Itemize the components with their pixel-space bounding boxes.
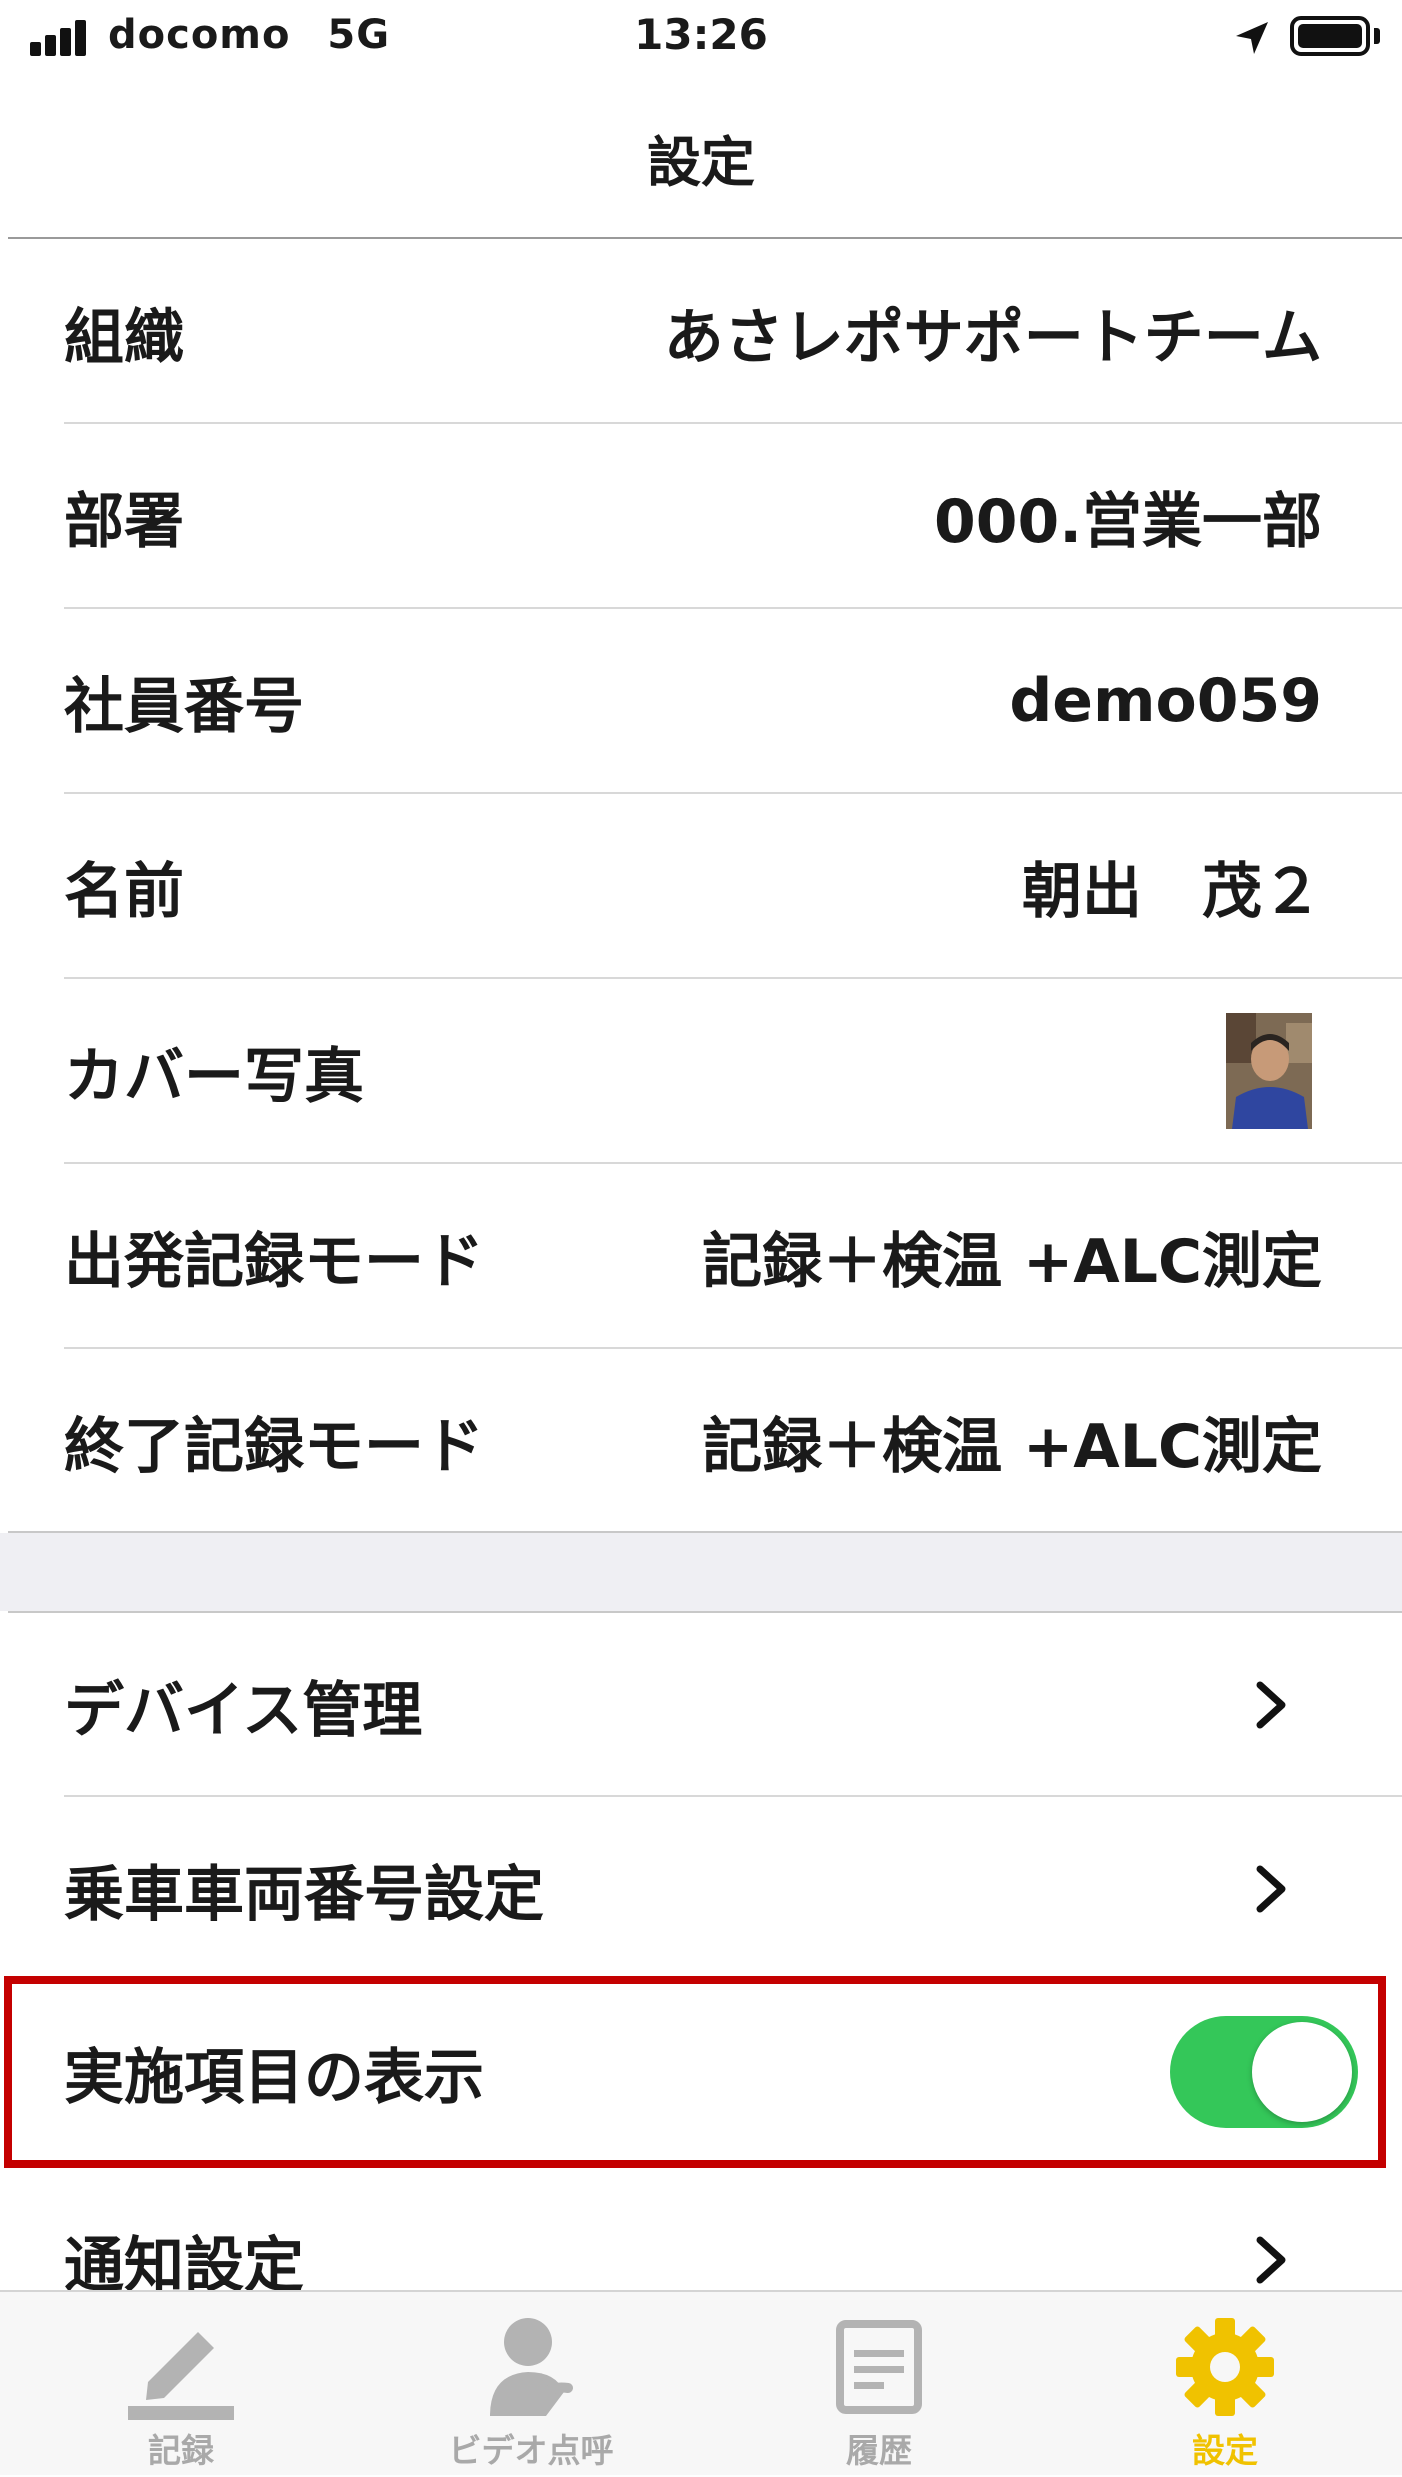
location-arrow-icon (1236, 22, 1268, 54)
row-cover-photo[interactable]: カバー写真 (0, 979, 1402, 1163)
row-label: 組織 (64, 302, 184, 373)
row-value: 000.営業一部 (933, 486, 1322, 557)
row-value: 記録＋検温 +ALC測定 (702, 1411, 1322, 1482)
chevron-right-icon (1256, 1681, 1286, 1729)
menu-label: 通知設定 (64, 2230, 304, 2291)
nav-divider (8, 237, 1402, 239)
row-value: 朝出 茂２ (1022, 856, 1322, 927)
section-gap (0, 1533, 1402, 1611)
history-icon (836, 2320, 922, 2414)
tab-label: ビデオ点呼 (448, 2431, 614, 2470)
row-organization: 組織 あさレポサポートチーム (0, 240, 1402, 424)
row-value: demo059 (1009, 666, 1322, 736)
toggle-knob (1252, 2022, 1352, 2122)
chevron-right-icon (1256, 1865, 1286, 1913)
row-name: 名前 朝出 茂２ (0, 794, 1402, 978)
tab-bar: 記録 ビデオ点呼 履歴 設定 (0, 2290, 1402, 2475)
chevron-right-icon (1256, 2236, 1286, 2284)
row-label: 終了記録モード (64, 1411, 484, 1482)
battery-tip (1374, 28, 1380, 44)
row-department: 部署 000.営業一部 (0, 424, 1402, 608)
menu-show-items: 実施項目の表示 (0, 1980, 1402, 2164)
row-label: 社員番号 (64, 671, 304, 742)
tab-record[interactable]: 記録 (6, 2292, 356, 2477)
status-bar: docomo 5G 13:26 (0, 0, 1402, 80)
cover-photo-thumbnail[interactable] (1226, 1013, 1312, 1129)
row-departure-record-mode: 出発記録モード 記録＋検温 +ALC測定 (0, 1164, 1402, 1348)
row-label: 出発記録モード (64, 1226, 484, 1297)
gear-icon (1176, 2318, 1274, 2416)
row-employee-number: 社員番号 demo059 (0, 609, 1402, 793)
row-label: 名前 (64, 856, 184, 927)
row-value: あさレポサポートチーム (663, 302, 1322, 373)
row-label: 部署 (64, 486, 184, 557)
video-rollcall-icon (490, 2318, 573, 2416)
pencil-icon (128, 2332, 234, 2420)
menu-label: 乗車車両番号設定 (64, 1859, 544, 1930)
show-items-toggle[interactable] (1170, 2016, 1358, 2128)
menu-label: デバイス管理 (64, 1675, 423, 1746)
tab-video-rollcall[interactable]: ビデオ点呼 (356, 2292, 706, 2477)
menu-notification-settings[interactable]: 通知設定 (0, 2168, 1402, 2290)
battery-icon (1290, 16, 1370, 56)
status-time: 13:26 (634, 10, 768, 59)
row-label: カバー写真 (64, 1041, 364, 1112)
tab-label: 記録 (148, 2431, 214, 2470)
person-photo-icon (1226, 1013, 1312, 1129)
page-title: 設定 (647, 131, 755, 194)
tab-label: 設定 (1192, 2431, 1258, 2470)
tab-label: 履歴 (846, 2431, 912, 2470)
row-end-record-mode: 終了記録モード 記録＋検温 +ALC測定 (0, 1349, 1402, 1533)
menu-vehicle-number-settings[interactable]: 乗車車両番号設定 (0, 1797, 1402, 1981)
menu-device-management[interactable]: デバイス管理 (0, 1613, 1402, 1797)
tab-settings[interactable]: 設定 (1050, 2292, 1400, 2477)
tab-history[interactable]: 履歴 (704, 2292, 1054, 2477)
menu-label: 実施項目の表示 (64, 2042, 484, 2113)
row-value: 記録＋検温 +ALC測定 (702, 1226, 1322, 1297)
